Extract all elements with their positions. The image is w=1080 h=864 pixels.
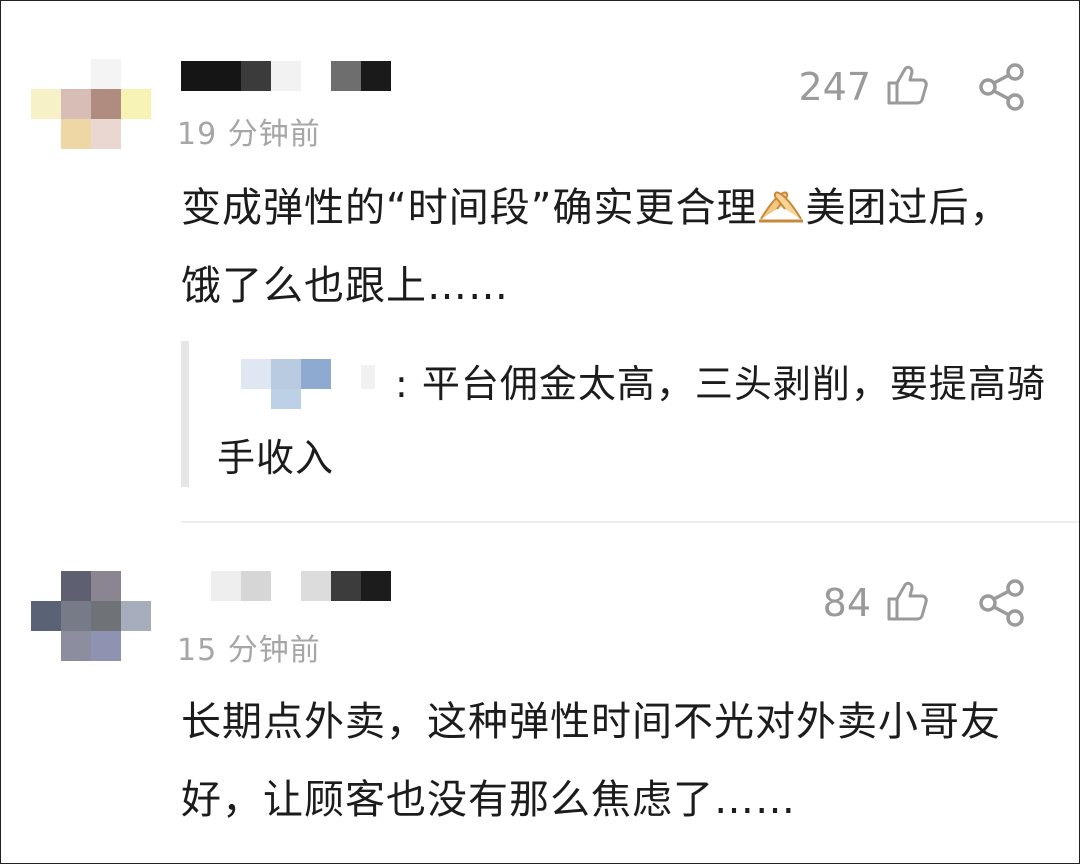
thumbs-up-outline-icon[interactable] — [885, 63, 929, 107]
share-icon[interactable] — [977, 579, 1027, 627]
avatar[interactable] — [31, 571, 153, 663]
reply-text: : 平台佣金太高，三头剥削，要提高骑手收入 — [217, 362, 1046, 480]
comment-item: 15 分钟前 84 长期点外卖，这种弹性时间不光对外卖小哥友好，让顾客也没有那么… — [1, 523, 1079, 863]
folded-hands-emoji-icon — [759, 191, 804, 223]
thumbs-up-outline-icon[interactable] — [885, 579, 929, 623]
comment-time: 15 分钟前 — [177, 633, 321, 668]
username-redacted[interactable] — [181, 571, 391, 601]
like-count: 84 — [822, 581, 871, 625]
comment-body: 变成弹性的“时间段”确实更合理 美团过后，饿了么也跟上…… — [181, 169, 1051, 325]
comment-feed: 19 分钟前 247 变成弹性的“时间段”确实更合理 美团过后，饿了么也跟上…… — [0, 0, 1080, 864]
comment-item: 19 分钟前 247 变成弹性的“时间段”确实更合理 美团过后，饿了么也跟上…… — [1, 1, 1079, 523]
reply-quote[interactable]: : 平台佣金太高，三头剥削，要提高骑手收入 — [181, 341, 1069, 487]
avatar[interactable] — [31, 59, 153, 151]
like-count: 247 — [798, 65, 871, 109]
comment-body: 长期点外卖，这种弹性时间不光对外卖小哥友好，让顾客也没有那么焦虑了…… — [181, 699, 1001, 823]
comment-time: 19 分钟前 — [177, 117, 321, 152]
comment-body-part: 变成弹性的“时间段”确实更合理 — [181, 185, 758, 231]
share-icon[interactable] — [977, 63, 1027, 111]
username-redacted[interactable] — [181, 61, 391, 91]
